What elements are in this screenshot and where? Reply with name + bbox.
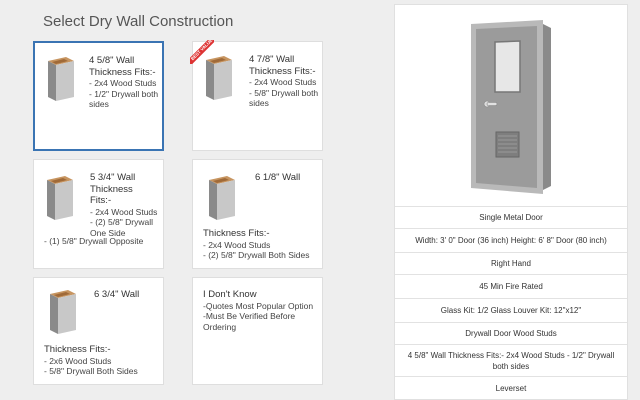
option-line: -Must Be Verified Before Ordering (203, 311, 296, 332)
option-card-6-1-8[interactable]: 6 1/8" Wall Thickness Fits:- - 2x4 Wood … (192, 159, 323, 269)
option-card-6-3-4[interactable]: 6 3/4" Wall Thickness Fits:- - 2x6 Wood … (33, 277, 164, 385)
option-line: - 2x4 Wood Studs (203, 239, 271, 250)
option-line: - (2) 5/8" Drywall Both Sides (203, 250, 310, 260)
option-subtitle: Thickness Fits:- (44, 344, 111, 355)
spec-fire-rating: 45 Min Fire Rated (395, 274, 627, 298)
option-title: 4 5/8" Wall Thickness Fits:- (89, 55, 156, 78)
door-image (471, 20, 551, 194)
option-title: 5 3/4" Wall Thickness Fits:- (90, 172, 136, 206)
option-title: 6 1/8" Wall (255, 172, 301, 183)
option-line: - 5/8" Drywall both sides (249, 87, 319, 109)
option-title: I Don't Know (203, 289, 257, 300)
option-card-5-3-4[interactable]: 5 3/4" Wall Thickness Fits:- - 2x4 Wood … (33, 159, 164, 269)
door-preview (395, 5, 627, 205)
spec-construction: Drywall Door Wood Studs (395, 322, 627, 344)
option-card-i-dont-know[interactable]: I Don't Know -Quotes Most Popular Option… (192, 277, 323, 385)
page-title: Select Dry Wall Construction (43, 13, 234, 30)
option-title: 4 7/8" Wall Thickness Fits:- (249, 54, 316, 77)
option-line: - 2x4 Wood Studs (90, 206, 158, 217)
wall-section-icon (209, 176, 235, 220)
spec-glass-louver: Glass Kit: 1/2 Glass Louver Kit: 12"x12" (395, 298, 627, 322)
option-line: -Quotes Most Popular Option (203, 300, 314, 311)
spec-dimensions: Width: 3' 0" Door (36 inch) Height: 6' 8… (395, 228, 627, 252)
option-line: - (1) 5/8" Drywall Opposite (44, 236, 144, 246)
spec-wall-thickness: 4 5/8" Wall Thickness Fits:- 2x4 Wood St… (395, 344, 627, 376)
option-card-4-5-8[interactable]: 4 5/8" Wall Thickness Fits:- - 2x4 Wood … (33, 41, 164, 151)
option-line: - 2x6 Wood Studs (44, 355, 112, 366)
spec-handing: Right Hand (395, 252, 627, 274)
best-value-badge: BEST VALUE (190, 40, 214, 64)
option-line: - 1/2" Drywall both sides (89, 88, 159, 110)
option-line: - 2x4 Wood Studs (249, 77, 317, 87)
option-title: 6 3/4" Wall (94, 289, 140, 300)
option-line: - 5/8" Drywall Both Sides (44, 366, 138, 376)
option-subtitle: Thickness Fits:- (203, 228, 270, 239)
option-line: - 2x4 Wood Studs (89, 78, 157, 88)
door-summary-panel: Single Metal Door Width: 3' 0" Door (36 … (394, 4, 628, 400)
wall-section-icon (48, 57, 74, 101)
wall-section-icon (47, 176, 73, 220)
spec-hardware: Leverset (395, 376, 627, 400)
spec-door-type: Single Metal Door (395, 206, 627, 228)
wall-section-icon (50, 290, 76, 334)
option-line: - (2) 5/8" Drywall One Side (90, 217, 153, 238)
